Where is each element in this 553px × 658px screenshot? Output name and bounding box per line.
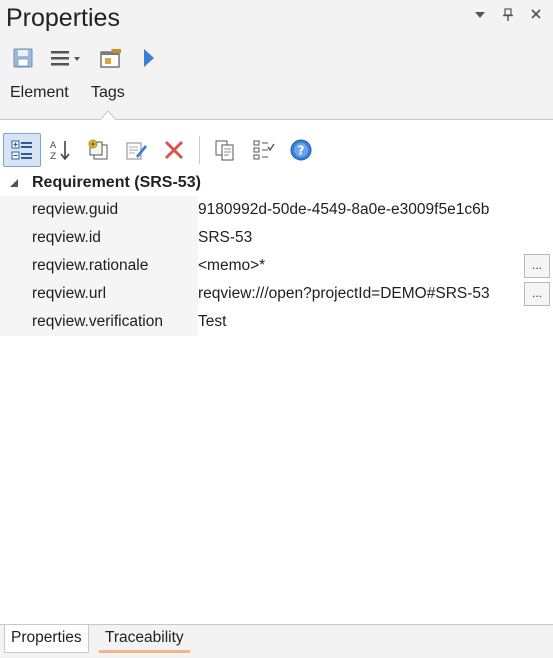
toolbar-divider [199, 136, 200, 164]
tag-value[interactable]: <memo>* [198, 252, 553, 280]
categorized-view-icon[interactable] [3, 133, 41, 167]
panel-title-controls [473, 8, 543, 25]
table-row[interactable]: reqview.rationale <memo>* ... [0, 252, 553, 280]
help-icon[interactable]: ? [282, 133, 320, 167]
dropdown-arrow-icon [74, 57, 80, 61]
panel-titlebar: Properties [0, 0, 553, 40]
new-tag-icon[interactable] [79, 133, 117, 167]
tag-value[interactable]: reqview:///open?projectId=DEMO#SRS-53 [198, 280, 553, 308]
save-icon[interactable] [10, 45, 36, 71]
svg-text:A: A [50, 141, 57, 151]
tag-name: reqview.rationale [28, 252, 198, 280]
sort-alphabetical-icon[interactable]: A Z [41, 133, 79, 167]
tags-property-grid: Requirement (SRS-53) reqview.guid 918099… [0, 170, 553, 336]
svg-text:?: ? [298, 144, 305, 158]
tab-element[interactable]: Element [10, 84, 69, 102]
memo-edit-button[interactable]: ... [524, 254, 550, 278]
table-row[interactable]: reqview.verification Test [0, 308, 553, 336]
bottom-tabs: Properties Traceability [0, 624, 553, 658]
main-toolbar [0, 40, 553, 76]
delete-icon[interactable] [155, 133, 193, 167]
tag-name: reqview.id [28, 224, 198, 252]
close-icon[interactable] [529, 8, 543, 25]
panel-menu-icon[interactable] [473, 8, 487, 25]
tag-name: reqview.guid [28, 196, 198, 224]
tag-value[interactable]: Test [198, 308, 553, 336]
edit-tag-icon[interactable] [117, 133, 155, 167]
properties-window-icon[interactable] [98, 45, 124, 71]
tag-value[interactable]: SRS-53 [198, 224, 553, 252]
collapse-arrow-icon[interactable] [0, 177, 28, 189]
tag-name: reqview.verification [28, 308, 198, 336]
table-row[interactable]: reqview.id SRS-53 [0, 224, 553, 252]
svg-text:Z: Z [50, 152, 56, 162]
table-row[interactable]: reqview.url reqview:///open?projectId=DE… [0, 280, 553, 308]
tag-name: reqview.url [28, 280, 198, 308]
copy-tags-icon[interactable] [206, 133, 244, 167]
group-header[interactable]: Requirement (SRS-53) [0, 170, 553, 196]
url-edit-button[interactable]: ... [524, 282, 550, 306]
pin-icon[interactable] [501, 8, 515, 25]
table-row[interactable]: reqview.guid 9180992d-50de-4549-8a0e-e30… [0, 196, 553, 224]
tab-tags[interactable]: Tags [91, 84, 125, 102]
play-icon[interactable] [136, 45, 162, 71]
menu-list-icon[interactable] [48, 45, 86, 71]
top-tabs: Element Tags [0, 76, 553, 120]
tab-properties[interactable]: Properties [4, 625, 89, 653]
group-label: Requirement (SRS-53) [32, 174, 201, 191]
active-tab-indicator [100, 110, 116, 120]
panel-title: Properties [6, 4, 120, 32]
tags-toolbar: A Z ? [0, 130, 553, 170]
tag-options-icon[interactable] [244, 133, 282, 167]
tab-traceability[interactable]: Traceability [99, 625, 190, 653]
tag-value[interactable]: 9180992d-50de-4549-8a0e-e3009f5e1c6b [198, 196, 553, 224]
